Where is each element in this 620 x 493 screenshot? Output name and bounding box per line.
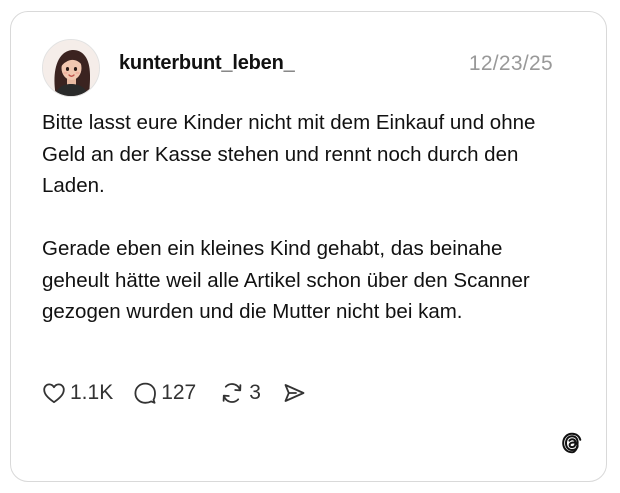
send-icon — [284, 384, 305, 402]
avatar[interactable] — [42, 39, 100, 97]
threads-logo-icon[interactable] — [560, 431, 584, 455]
post-paragraph: Bitte lasst eure Kinder nicht mit dem Ei… — [42, 111, 536, 197]
avatar-image — [43, 40, 99, 96]
post-text: Bitte lasst eure Kinder nicht mit dem Ei… — [42, 107, 562, 328]
action-bar: 1.1K 127 3 — [42, 378, 306, 408]
post-paragraph: Gerade eben ein kleines Kind gehabt, das… — [42, 237, 530, 323]
heart-icon — [43, 383, 65, 404]
like-count: 1.1K — [70, 381, 114, 404]
share-button[interactable] — [282, 382, 306, 404]
repost-icon — [222, 383, 242, 403]
comment-bubble-icon — [134, 382, 157, 404]
repost-button[interactable]: 3 — [219, 381, 261, 405]
like-button[interactable]: 1.1K — [42, 381, 113, 405]
post-card: kunterbunt_leben_ 12/23/25 Bitte lasst e… — [10, 11, 607, 482]
reply-button[interactable]: 127 — [133, 381, 196, 405]
post-timestamp: 12/23/25 — [468, 52, 553, 75]
username[interactable]: kunterbunt_leben_ — [119, 52, 295, 75]
repost-count: 3 — [249, 381, 261, 404]
reply-count: 127 — [161, 381, 197, 404]
threads-logo-glyph — [562, 432, 582, 454]
